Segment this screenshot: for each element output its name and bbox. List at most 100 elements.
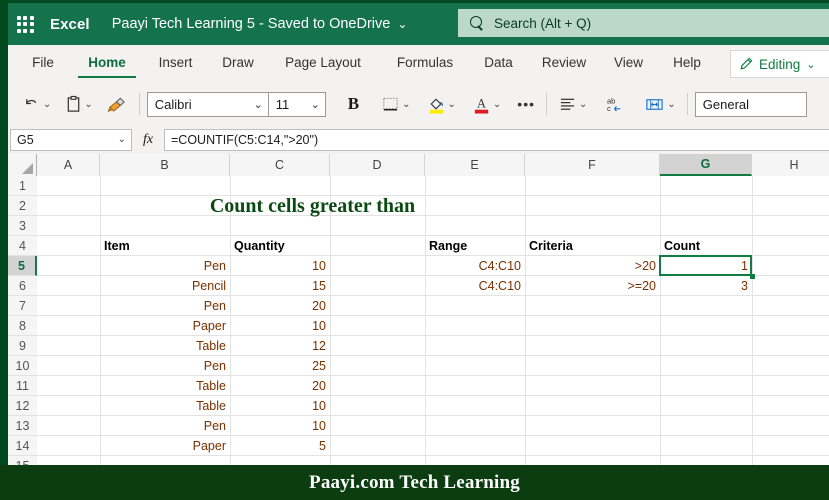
column-header-g[interactable]: G [660,154,752,176]
cell-item-13[interactable]: Pen [100,416,230,436]
app-launcher-icon[interactable] [8,3,42,45]
row-header-14[interactable]: 14 [8,436,37,456]
ribbon-tab-insert[interactable]: Insert [148,45,203,83]
row-header-8[interactable]: 8 [8,316,37,336]
cell-quantity-12[interactable]: 10 [230,396,330,416]
cell-value: 10 [312,399,326,413]
cell-item-10[interactable]: Pen [100,356,230,376]
bold-button[interactable]: B [340,89,367,119]
row-header-6[interactable]: 6 [8,276,37,296]
row-header-7[interactable]: 7 [8,296,37,316]
ribbon-tab-draw[interactable]: Draw [213,45,263,83]
ribbon-tab-review[interactable]: Review [533,45,595,83]
search-box[interactable]: Search (Alt + Q) [458,9,829,37]
cell-quantity-7[interactable]: 20 [230,296,330,316]
table-header-item[interactable]: Item [100,236,230,256]
cell-item-6[interactable]: Pencil [100,276,230,296]
column-header-f[interactable]: F [525,154,660,176]
cell-item-9[interactable]: Table [100,336,230,356]
cell-range-5[interactable]: C4:C10 [425,256,525,276]
undo-button[interactable]: ⌄ [18,89,55,119]
cell-quantity-9[interactable]: 12 [230,336,330,356]
row-header-2[interactable]: 2 [8,196,37,216]
format-painter-button[interactable] [103,89,132,119]
cell-quantity-10[interactable]: 25 [230,356,330,376]
row-header-9[interactable]: 9 [8,336,37,356]
undo-chevron-down-icon[interactable]: ⌄ [43,99,51,110]
ribbon-tab-data[interactable]: Data [476,45,521,83]
cell-item-8[interactable]: Paper [100,316,230,336]
cell-item-11[interactable]: Table [100,376,230,396]
cell-quantity-11[interactable]: 20 [230,376,330,396]
row-header-11[interactable]: 11 [8,376,37,396]
column-header-b[interactable]: B [100,154,230,176]
font-color-chevron-down-icon[interactable]: ⌄ [493,99,501,110]
align-chevron-down-icon[interactable]: ⌄ [579,99,587,110]
paste-chevron-down-icon[interactable]: ⌄ [84,99,92,110]
ribbon-tab-home[interactable]: Home [78,45,136,83]
cell-item-5[interactable]: Pen [100,256,230,276]
row-header-12[interactable]: 12 [8,396,37,416]
borders-chevron-down-icon[interactable]: ⌄ [402,99,410,110]
editing-chevron-down-icon[interactable]: ⌄ [806,58,815,71]
column-header-e[interactable]: E [425,154,525,176]
fill-handle[interactable] [750,274,755,279]
more-formatting-button[interactable]: ••• [513,89,539,119]
row-header-15[interactable]: 15 [8,456,37,465]
merge-chevron-down-icon[interactable]: ⌄ [667,99,675,110]
font-name-chevron-down-icon[interactable]: ⌄ [254,98,263,111]
row-header-4[interactable]: 4 [8,236,37,256]
document-title-chevron-down-icon[interactable]: ⌄ [397,17,407,31]
borders-button[interactable]: ⌄ [377,89,414,119]
name-box-chevron-down-icon[interactable]: ⌄ [118,134,126,145]
column-header-d[interactable]: D [330,154,425,176]
editing-mode-button[interactable]: Editing ⌄ [730,50,829,78]
table-header-range[interactable]: Range [425,236,525,256]
cell-range-6[interactable]: C4:C10 [425,276,525,296]
cell-item-14[interactable]: Paper [100,436,230,456]
cell-quantity-5[interactable]: 10 [230,256,330,276]
cell-quantity-6[interactable]: 15 [230,276,330,296]
cell-count-6[interactable]: 3 [660,276,752,296]
merge-cells-button[interactable]: ⌄ [640,89,679,119]
row-header-13[interactable]: 13 [8,416,37,436]
fill-color-button[interactable]: ⌄ [423,89,460,119]
font-name-select[interactable]: Calibri ⌄ [146,91,269,117]
cell-item-12[interactable]: Table [100,396,230,416]
font-size-select[interactable]: 11 ⌄ [267,91,326,117]
paste-button[interactable]: ⌄ [61,89,96,119]
align-button[interactable]: ⌄ [554,89,591,119]
cell-criteria-6[interactable]: >=20 [525,276,660,296]
font-size-chevron-down-icon[interactable]: ⌄ [311,98,320,111]
row-header-5[interactable]: 5 [8,256,37,276]
formula-input[interactable]: =COUNTIF(C5:C14,">20") [164,128,829,151]
ribbon-tab-view[interactable]: View [606,45,651,83]
table-header-criteria[interactable]: Criteria [525,236,660,256]
column-header-h[interactable]: H [752,154,829,176]
cell-quantity-13[interactable]: 10 [230,416,330,436]
name-box[interactable]: G5 ⌄ [10,128,132,151]
cell-item-7[interactable]: Pen [100,296,230,316]
cell-count-5[interactable]: 1 [660,256,752,276]
cell-area[interactable]: Count cells greater than Item Quantity Rang… [37,176,829,465]
row-header-10[interactable]: 10 [8,356,37,376]
row-header-3[interactable]: 3 [8,216,37,236]
table-header-quantity[interactable]: Quantity [230,236,330,256]
cell-quantity-14[interactable]: 5 [230,436,330,456]
ribbon-tab-help[interactable]: Help [663,45,711,83]
column-header-c[interactable]: C [230,154,330,176]
insert-function-icon[interactable]: fx [132,132,164,148]
select-all-corner[interactable] [8,154,37,176]
ribbon-tab-page-layout[interactable]: Page Layout [273,45,373,83]
ribbon-tab-formulas[interactable]: Formulas [386,45,464,83]
number-format-select[interactable]: General [694,91,807,117]
ribbon-tab-file[interactable]: File [18,45,68,83]
cell-quantity-8[interactable]: 10 [230,316,330,336]
table-header-count[interactable]: Count [660,236,752,256]
font-color-button[interactable]: A ⌄ [468,89,505,119]
row-header-1[interactable]: 1 [8,176,37,196]
fill-color-chevron-down-icon[interactable]: ⌄ [448,99,456,110]
wrap-text-button[interactable]: ab c [601,89,630,119]
column-header-a[interactable]: A [37,154,100,176]
cell-criteria-5[interactable]: >20 [525,256,660,276]
